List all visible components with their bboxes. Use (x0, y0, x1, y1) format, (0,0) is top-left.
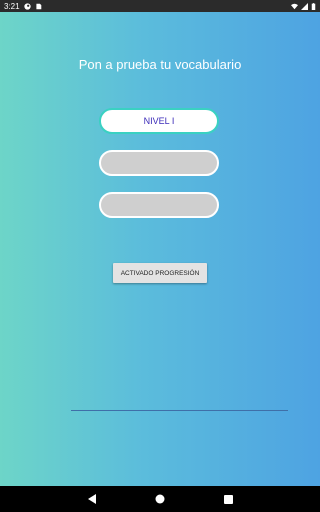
status-bar: 3:21 (0, 0, 320, 12)
wifi-icon (291, 3, 298, 9)
divider-line (71, 410, 288, 411)
navigation-bar (0, 486, 320, 512)
signal-icon (301, 2, 308, 10)
progression-toggle-label: ACTIVADO PROGRESIÓN (120, 269, 200, 277)
battery-icon (311, 2, 316, 10)
level-2-button[interactable] (99, 150, 219, 176)
level-1-button[interactable]: NIVEL I (99, 108, 219, 134)
recents-icon[interactable] (222, 493, 234, 505)
notification-circle-icon (23, 2, 31, 10)
app-screen: 3:21 Pon a prueba tu vocabulario NIVEL I (0, 0, 320, 486)
status-time: 3:21 (4, 1, 20, 11)
home-icon[interactable] (154, 493, 166, 505)
level-1-label: NIVEL I (143, 116, 175, 126)
progression-toggle-button[interactable]: ACTIVADO PROGRESIÓN (113, 263, 207, 283)
sd-card-icon (35, 3, 41, 9)
page-title: Pon a prueba tu vocabulario (78, 57, 242, 72)
level-3-button[interactable] (99, 192, 219, 218)
back-icon[interactable] (86, 493, 98, 505)
